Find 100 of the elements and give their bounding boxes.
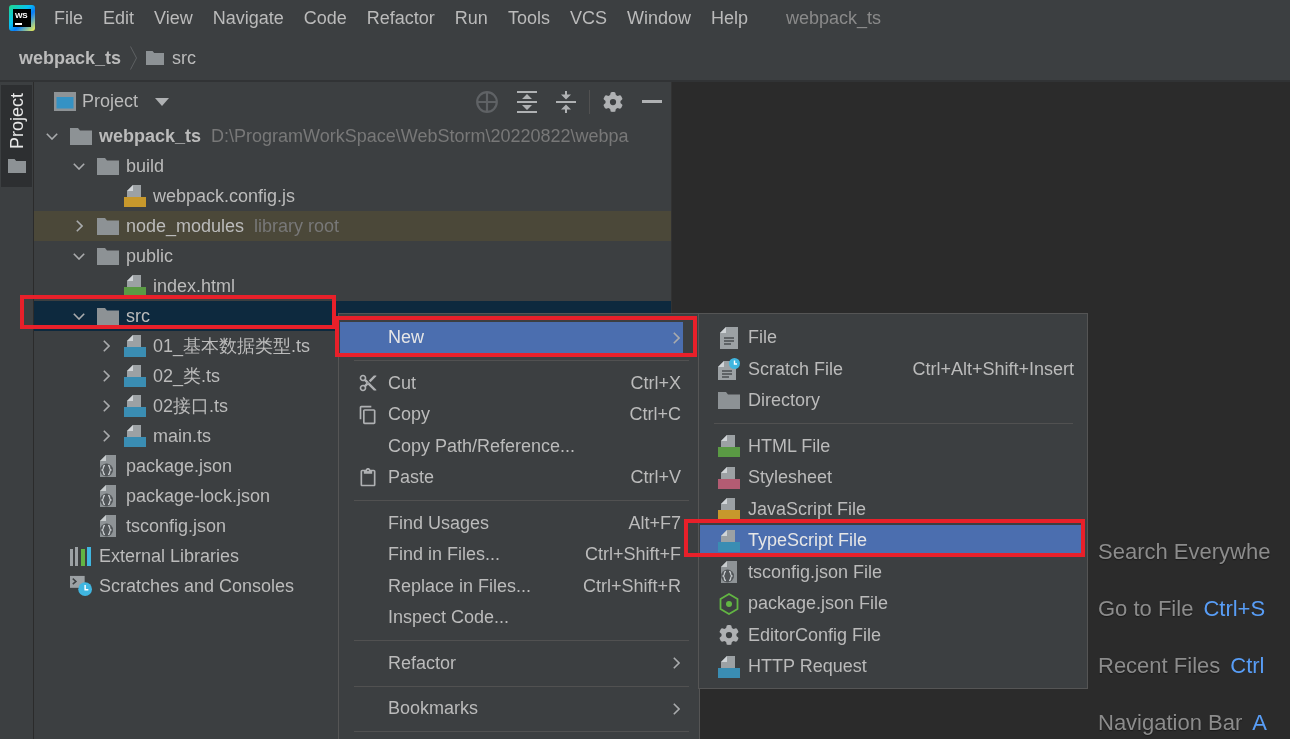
menu-item[interactable]: package.json File (700, 588, 1083, 620)
chevron-right-icon[interactable] (102, 400, 110, 412)
shortcut-label: A (1252, 710, 1267, 736)
expand-all-icon[interactable] (517, 90, 537, 113)
menu-item[interactable]: Refactor (340, 647, 683, 679)
menu-bar-item[interactable]: Run (444, 0, 498, 36)
menu-bar-item[interactable]: Code (293, 0, 357, 36)
tree-item[interactable]: webpack_ts D:\ProgramWorkSpace\WebStorm\20220822\webpa (34, 121, 633, 151)
folder-icon (718, 392, 740, 410)
menu-item[interactable]: Bookmarks (340, 693, 683, 725)
hint-label: Go to File (1098, 596, 1194, 622)
shortcut-label: Ctrl+S (1203, 596, 1266, 622)
hint-label: Navigation Bar (1098, 710, 1243, 736)
menu-item[interactable]: tsconfig.json File (700, 556, 1083, 588)
menu-item[interactable]: JavaScript File (700, 493, 1083, 525)
menu-item[interactable]: File (700, 322, 1083, 354)
folder-icon (97, 217, 119, 235)
console-clock-icon (70, 575, 92, 597)
file-icon (124, 425, 146, 447)
json-file-icon (98, 485, 118, 507)
clipboard-icon (358, 467, 378, 488)
tree-item[interactable]: Scratches and Consoles (34, 571, 299, 601)
menu-bar-item[interactable]: Help (700, 0, 758, 36)
file-icon (124, 365, 146, 387)
json-file-icon (98, 515, 118, 537)
breadcrumb-item[interactable]: src (146, 47, 197, 69)
panel-icon (54, 92, 76, 111)
chevron-down-icon[interactable] (73, 312, 85, 320)
menu-bar-item[interactable]: Window (616, 0, 701, 36)
settings-icon[interactable] (603, 91, 623, 112)
shortcut-label: Ctrl+Shift+R (582, 575, 681, 597)
menu-item[interactable]: EditorConfig File (700, 619, 1083, 651)
menu-item[interactable]: HTTP Request (700, 651, 1083, 683)
tool-window-tab[interactable]: Project (1, 85, 32, 188)
menu-bar-item[interactable]: Tools (497, 0, 560, 36)
menu-item[interactable]: HTML File (700, 430, 1083, 462)
menu-item[interactable]: Replace in Files... Ctrl+Shift+R (340, 570, 683, 602)
tree-item[interactable]: build (34, 151, 169, 181)
tree-item[interactable]: index.html (34, 271, 240, 301)
document-clock-icon (718, 358, 740, 381)
shortcut-label: Ctrl+V (630, 467, 681, 489)
folder-icon (97, 157, 119, 175)
menu-item[interactable]: New (340, 322, 683, 354)
window-title: webpack_ts (786, 7, 882, 29)
chevron-right-icon[interactable] (75, 220, 83, 232)
file-icon (124, 275, 146, 297)
menu-item[interactable]: Copy Path/Reference... (340, 430, 683, 462)
tree-item[interactable]: webpack.config.js (34, 181, 300, 211)
view-selector[interactable]: Project (54, 91, 170, 112)
file-icon (718, 655, 740, 678)
menu-item[interactable]: Scratch File Ctrl+Alt+Shift+Insert (700, 353, 1083, 385)
file-icon (718, 435, 740, 458)
tree-item[interactable]: node_modules library root (34, 211, 671, 241)
file-icon (718, 466, 740, 489)
file-icon (718, 498, 740, 521)
folder-icon (7, 159, 26, 174)
shortcut-label: Ctrl (1230, 653, 1265, 679)
library-icon (70, 546, 92, 566)
copy-icon (358, 404, 378, 425)
tree-item-hint: library root (254, 215, 340, 237)
menu-item[interactable]: Directory (700, 385, 1083, 417)
shortcut-label: Ctrl+Alt+Shift+Insert (912, 358, 1074, 380)
chevron-right-icon[interactable] (102, 370, 110, 382)
scissors-icon (358, 373, 378, 394)
chevron-right-icon[interactable] (102, 430, 110, 442)
tree-item[interactable]: package.json (34, 451, 237, 481)
folder-icon (146, 51, 165, 65)
tree-item[interactable]: tsconfig.json (34, 511, 231, 541)
menu-item[interactable]: Inspect Code... (340, 602, 683, 634)
chevron-down-icon[interactable] (73, 252, 85, 260)
shortcut-label: Alt+F7 (628, 512, 681, 534)
menu-bar-item[interactable]: File (44, 0, 93, 36)
menu-bar-item[interactable]: View (144, 0, 203, 36)
tree-item-hint: D:\ProgramWorkSpace\WebStorm\20220822\webpa (211, 125, 629, 147)
menu-item[interactable]: Find Usages Alt+F7 (340, 507, 683, 539)
tree-item[interactable]: External Libraries (34, 541, 244, 571)
menu-bar-item[interactable]: Refactor (356, 0, 445, 36)
breadcrumb-item[interactable]: webpack_ts (19, 47, 122, 69)
tree-item[interactable]: 02接口.ts (34, 391, 233, 421)
collapse-all-icon[interactable] (556, 90, 576, 113)
menu-item[interactable]: Copy Ctrl+C (340, 399, 683, 431)
menu-item[interactable]: Paste Ctrl+V (340, 462, 683, 494)
tree-item[interactable]: 01_基本数据类型.ts (34, 331, 315, 361)
file-icon (124, 185, 146, 207)
gear-icon (719, 625, 739, 646)
folder-icon (70, 127, 92, 145)
chevron-down-icon[interactable] (46, 132, 58, 140)
menu-item[interactable]: Cut Ctrl+X (340, 367, 683, 399)
menu-item[interactable]: Stylesheet (700, 462, 1083, 494)
tree-item[interactable]: package-lock.json (34, 481, 275, 511)
menu-bar-item[interactable]: VCS (559, 0, 617, 36)
chevron-down-icon[interactable] (73, 162, 85, 170)
chevron-right-icon[interactable] (102, 340, 110, 352)
tree-item[interactable]: main.ts (34, 421, 216, 451)
menu-bar-item[interactable]: Navigate (202, 0, 294, 36)
menu-item[interactable]: Find in Files... Ctrl+Shift+F (340, 539, 683, 571)
menu-bar-item[interactable]: Edit (93, 0, 145, 36)
json-file-icon (98, 455, 118, 477)
tree-item[interactable]: public (34, 241, 178, 271)
tree-item[interactable]: 02_类.ts (34, 361, 225, 391)
